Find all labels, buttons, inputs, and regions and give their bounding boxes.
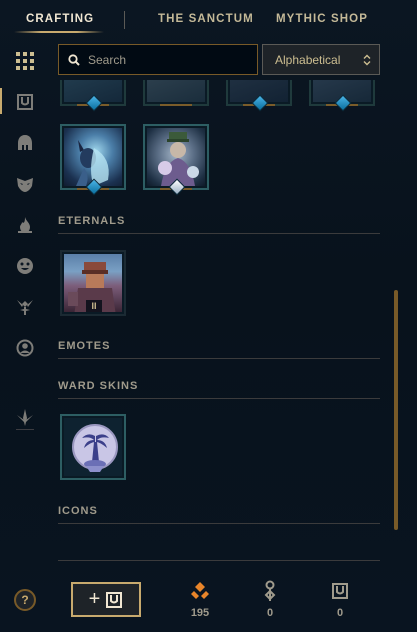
key-icon (264, 580, 276, 601)
eternal-series-badge: II (86, 300, 102, 312)
currency-value: 0 (266, 607, 274, 619)
loot-grid: ETERNALS II EMOTES WARD SKINS ICONS (50, 80, 390, 555)
top-nav: CRAFTING THE SANCTUM MYTHIC SHOP (0, 0, 417, 40)
tab-mythic-shop[interactable]: MYTHIC SHOP (276, 13, 368, 25)
section-title-emotes: EMOTES (58, 340, 111, 352)
sidebar-active-indicator (0, 88, 2, 114)
search-input[interactable] (88, 52, 248, 67)
ward-skin-art (72, 424, 118, 472)
sidebar-item-skins[interactable] (14, 173, 36, 195)
chest-icon (17, 94, 33, 110)
search-box[interactable] (58, 44, 258, 75)
section-divider (58, 523, 380, 524)
sidebar-item-eternals[interactable] (14, 214, 36, 236)
section-title-icons: ICONS (58, 505, 98, 517)
skin-tile[interactable] (226, 80, 292, 112)
tile-frame-ornament (160, 104, 192, 106)
add-chest-button[interactable]: + (71, 582, 141, 617)
chest-icon (332, 583, 348, 599)
bottom-divider (58, 560, 380, 561)
tab-the-sanctum[interactable]: THE SANCTUM (158, 13, 254, 25)
chest-icon (106, 591, 123, 608)
skin-splash-art (76, 140, 109, 186)
section-title-eternals: ETERNALS (58, 215, 126, 227)
section-divider (58, 358, 380, 359)
add-label: + (88, 588, 101, 610)
orange-essence-icon (191, 582, 209, 599)
currency-value: 0 (336, 607, 344, 619)
nav-divider (124, 11, 125, 29)
category-sidebar (0, 40, 50, 632)
sidebar-item-chests[interactable] (14, 91, 36, 113)
help-button[interactable]: ? (14, 589, 36, 611)
sort-dropdown[interactable]: Alphabetical (262, 44, 380, 75)
sidebar-item-emotes[interactable] (14, 255, 36, 277)
champion-helmet-icon (18, 135, 32, 150)
scrollbar-thumb[interactable] (394, 290, 398, 530)
ward-icon (17, 300, 33, 315)
currency-chests: 0 (320, 580, 360, 619)
section-divider (58, 398, 380, 399)
currency-value: 195 (190, 607, 210, 619)
ward-skin-tile[interactable] (60, 414, 126, 480)
eternal-tile[interactable]: II (60, 250, 126, 316)
skin-tile[interactable] (309, 80, 375, 112)
skin-tile[interactable] (143, 80, 209, 106)
sidebar-item-other[interactable] (14, 407, 36, 429)
skin-mask-icon (17, 178, 33, 192)
profile-icon (16, 339, 34, 357)
flame-icon (18, 217, 32, 233)
sort-selected-label: Alphabetical (275, 52, 341, 67)
section-divider (58, 233, 380, 234)
sidebar-divider (16, 429, 34, 430)
arrow-down-icon (17, 409, 33, 426)
active-tab-underline (14, 31, 104, 33)
sidebar-item-ward-skins[interactable] (14, 296, 36, 318)
tab-crafting[interactable]: CRAFTING (26, 13, 94, 25)
sidebar-item-champions[interactable] (14, 132, 36, 154)
grid-icon (16, 52, 34, 70)
search-icon (68, 53, 80, 66)
skin-tile[interactable] (60, 124, 126, 196)
sidebar-item-icons[interactable] (14, 337, 36, 359)
skin-tile[interactable] (143, 124, 209, 196)
loot-panel: CRAFTING THE SANCTUM MYTHIC SHOP ? Searc… (0, 0, 417, 632)
emote-face-icon (17, 258, 33, 274)
currency-keys: 0 (250, 580, 290, 619)
skin-splash-art (158, 132, 199, 186)
sidebar-item-all[interactable] (14, 50, 36, 72)
section-title-ward-skins: WARD SKINS (58, 380, 139, 392)
chevron-updown-icon (363, 54, 371, 65)
skin-tile[interactable] (60, 80, 126, 112)
currency-orange-essence: 195 (180, 580, 220, 619)
